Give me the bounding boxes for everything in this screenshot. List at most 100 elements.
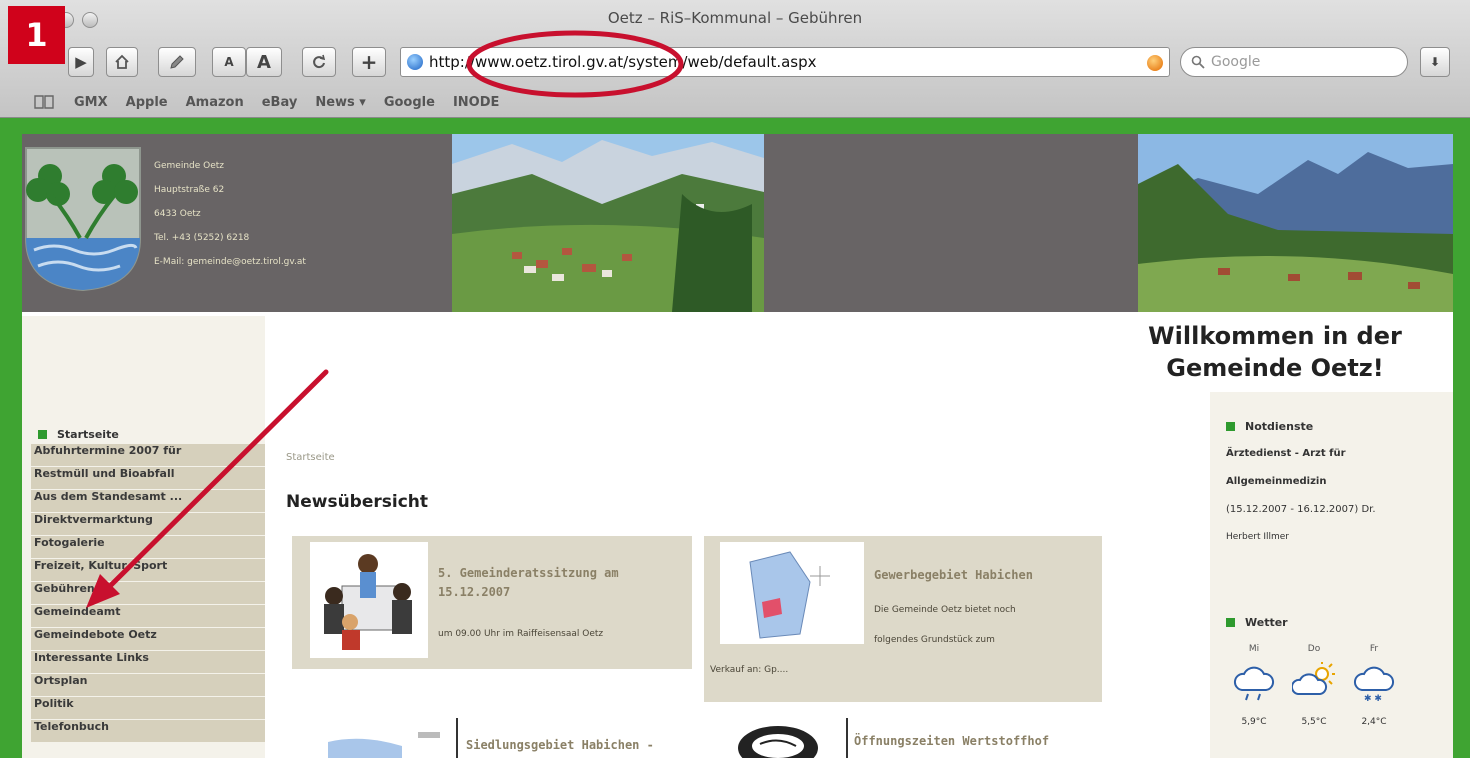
bookmark-apple[interactable]: Apple	[126, 95, 168, 110]
weather-day: Do	[1307, 644, 1321, 654]
weather-temp: 2,4°C	[1361, 717, 1387, 727]
news-card[interactable]: 5. Gemeinderatssitzung am 15.12.2007 um …	[292, 536, 692, 669]
nav-list: Abfuhrtermine 2007 für Restmüll und Bioa…	[31, 444, 265, 743]
settlement-area-image	[322, 728, 452, 758]
sidebar-nav: Startseite Abfuhrtermine 2007 für Restmü…	[22, 316, 265, 758]
right-sidebar: Notdienste Ärztedienst - Arzt für Allgem…	[1210, 392, 1453, 758]
nav-item-gemeindebote[interactable]: Gemeindebote Oetz	[31, 628, 265, 651]
news-card[interactable]: Siedlungsgebiet Habichen -	[322, 718, 702, 758]
notdienst-line[interactable]: Ärztedienst - Arzt für	[1226, 448, 1346, 459]
nav-item-direktvermarktung[interactable]: Direktvermarktung	[31, 513, 265, 536]
bookmark-inode[interactable]: INODE	[453, 95, 499, 110]
bookmark-ebay[interactable]: eBay	[262, 95, 298, 110]
site-header: Gemeinde Oetz Hauptstraße 62 6433 Oetz T…	[22, 134, 1453, 312]
bookmark-google[interactable]: Google	[384, 95, 435, 110]
nav-item-gebuehren[interactable]: Gebühren	[31, 582, 265, 605]
nav-item-ortsplan[interactable]: Ortsplan	[31, 674, 265, 697]
news-card[interactable]: Gewerbegebiet Habichen Die Gemeinde Oetz…	[704, 536, 1102, 702]
notdienst-line[interactable]: Allgemeinmedizin	[1226, 476, 1326, 487]
news-teaser-line: Die Gemeinde Oetz bietet noch	[874, 605, 1016, 615]
news-card[interactable]: Öffnungszeiten Wertstoffhof	[720, 718, 1100, 758]
bullet-square-icon	[38, 430, 47, 439]
address-line: Hauptstraße 62	[154, 185, 225, 195]
book-icon[interactable]	[34, 95, 54, 109]
news-headline[interactable]: 5. Gemeinderatssitzung am 15.12.2007	[438, 564, 619, 602]
search-field[interactable]: Google	[1180, 47, 1408, 77]
globe-icon	[407, 54, 423, 70]
nav-item-restmuell[interactable]: Restmüll und Bioabfall	[31, 467, 265, 490]
weather-temp: 5,9°C	[1241, 717, 1267, 727]
nav-home-label: Startseite	[57, 428, 119, 441]
nav-item-links[interactable]: Interessante Links	[31, 651, 265, 674]
site-plan-image	[720, 542, 864, 644]
breadcrumb[interactable]: Startseite	[286, 452, 335, 463]
notdienste-heading: Notdienste	[1226, 420, 1313, 433]
nav-home-link[interactable]: Startseite	[38, 428, 119, 441]
home-button[interactable]	[106, 47, 138, 77]
address-line: Gemeinde Oetz	[154, 161, 225, 171]
reload-button[interactable]	[302, 47, 336, 77]
coat-of-arms-icon	[25, 147, 141, 292]
address-line: 6433 Oetz	[154, 209, 201, 219]
weather-temp: 5,5°C	[1301, 717, 1327, 727]
download-icon: ⬇	[1429, 55, 1441, 69]
news-headline[interactable]: Gewerbegebiet Habichen	[874, 566, 1033, 585]
welcome-line: Gemeinde Oetz!	[1166, 354, 1384, 382]
step-number-badge: 1	[8, 6, 65, 64]
bookmarks-bar: GMX Apple Amazon eBay News ▾ Google INOD…	[0, 88, 1470, 116]
svg-text:✱ ✱: ✱ ✱	[1364, 694, 1382, 702]
nav-item-standesamt[interactable]: Aus dem Standesamt ...	[31, 490, 265, 513]
rss-icon[interactable]	[1147, 55, 1163, 71]
news-headline[interactable]: Öffnungszeiten Wertstoffhof	[854, 732, 1049, 751]
notdienste-heading-label: Notdienste	[1245, 420, 1314, 433]
page-title: Newsübersicht	[286, 492, 429, 512]
address-line: E-Mail: gemeinde@oetz.tirol.gv.at	[154, 257, 306, 267]
valley-photo	[1138, 134, 1453, 312]
bookmark-gmx[interactable]: GMX	[74, 95, 108, 110]
text-bigger-button[interactable]: A	[246, 47, 282, 77]
address-bar[interactable]: http://www.oetz.tirol.gv.at/system/web/d…	[400, 47, 1170, 77]
nav-item-freizeit[interactable]: Freizeit, Kultur, Sport	[31, 559, 265, 582]
home-icon	[115, 54, 129, 69]
weather-day: Mi	[1248, 644, 1260, 654]
council-meeting-image	[310, 542, 428, 658]
text-smaller-button[interactable]: A	[212, 47, 246, 77]
news-headline[interactable]: Siedlungsgebiet Habichen -	[466, 736, 654, 755]
reload-icon	[313, 54, 326, 69]
add-bookmark-button[interactable]: +	[352, 47, 386, 77]
municipality-address: Gemeinde Oetz Hauptstraße 62 6433 Oetz T…	[154, 154, 306, 274]
edit-bookmarks-button[interactable]	[158, 47, 196, 77]
browser-chrome: Oetz – RiS–Kommunal – Gebühren ▶ A A + h…	[0, 0, 1470, 118]
nav-item-fotogalerie[interactable]: Fotogalerie	[31, 536, 265, 559]
news-headline-line: 15.12.2007	[438, 585, 511, 599]
web-page: Gemeinde Oetz Hauptstraße 62 6433 Oetz T…	[0, 118, 1470, 758]
forward-arrow-icon: ▶	[75, 53, 87, 71]
downloads-button[interactable]: ⬇	[1420, 47, 1450, 77]
bullet-square-icon	[1226, 422, 1235, 431]
news-headline-line: 5. Gemeinderatssitzung am	[438, 566, 619, 580]
search-icon	[1191, 55, 1205, 69]
village-photo	[452, 134, 764, 312]
nav-item-telefonbuch[interactable]: Telefonbuch	[31, 720, 265, 743]
news-teaser: um 09.00 Uhr im Raiffeisensaal Oetz	[438, 629, 604, 639]
bookmark-amazon[interactable]: Amazon	[186, 95, 244, 110]
window-minimize-button[interactable]	[82, 12, 98, 28]
recycling-bin-image	[720, 724, 844, 758]
notdienst-line: (15.12.2007 - 16.12.2007) Dr.	[1226, 504, 1376, 515]
nav-item-politik[interactable]: Politik	[31, 697, 265, 720]
news-teaser-line: Verkauf an: Gp....	[710, 665, 789, 675]
weather-day: Fr	[1369, 644, 1379, 654]
rain-cloud-icon	[1233, 666, 1275, 701]
card-divider	[846, 718, 848, 758]
bookmark-news[interactable]: News ▾	[315, 95, 366, 110]
forward-button[interactable]: ▶	[68, 47, 94, 77]
welcome-heading: Willkommen in der Gemeinde Oetz!	[1115, 320, 1435, 384]
sun-cloud-icon	[1292, 662, 1335, 695]
notdienst-line: Herbert Illmer	[1226, 532, 1290, 542]
nav-item-abfuhrtermine[interactable]: Abfuhrtermine 2007 für	[31, 444, 265, 467]
card-divider	[456, 718, 458, 758]
url-text[interactable]: http://www.oetz.tirol.gv.at/system/web/d…	[429, 53, 817, 71]
nav-item-gemeindeamt[interactable]: Gemeindeamt	[31, 605, 265, 628]
search-placeholder: Google	[1211, 54, 1261, 70]
window-title: Oetz – RiS–Kommunal – Gebühren	[607, 9, 863, 27]
